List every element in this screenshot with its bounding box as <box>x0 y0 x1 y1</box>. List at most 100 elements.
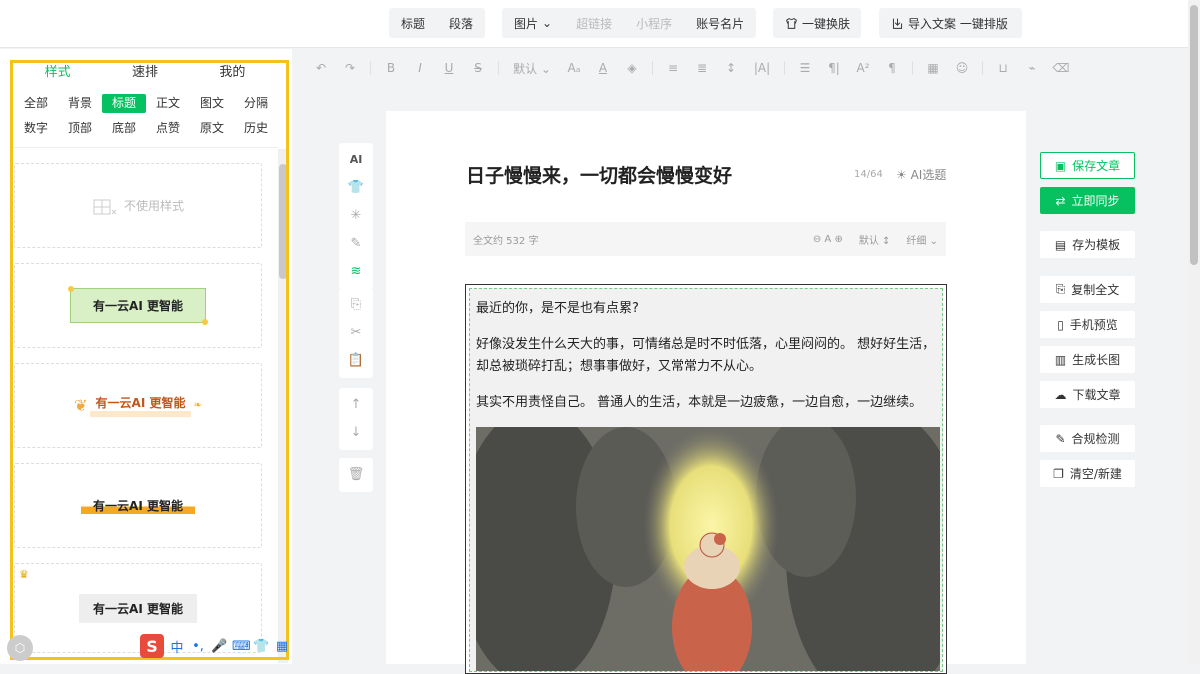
font-size-control[interactable]: ⊖ A ⊕ <box>813 234 843 245</box>
format-brush-icon[interactable]: ⌁ <box>1023 61 1041 75</box>
brush-icon[interactable]: ✎ <box>351 235 362 253</box>
minus-icon[interactable]: ⊖ <box>813 234 821 245</box>
style-sample-text: 有一云AI 更智能 <box>68 286 208 325</box>
category-bottom[interactable]: 底部 <box>102 119 146 138</box>
sogou-logo-icon[interactable]: S <box>140 634 164 658</box>
style-card[interactable]: ❦ 有一云AI 更智能 ❧ <box>14 363 262 448</box>
superscript-icon[interactable]: A² <box>854 61 872 75</box>
paste-icon[interactable]: 📋 <box>348 352 364 370</box>
line-height-icon[interactable]: ↕ <box>722 61 740 75</box>
category-all[interactable]: 全部 <box>14 94 58 113</box>
move-down-icon[interactable]: ↓ <box>351 424 362 442</box>
italic-icon[interactable]: I <box>411 61 429 75</box>
article-title[interactable]: 日子慢慢来，一切都会慢慢变好 <box>466 161 732 188</box>
emoji-icon[interactable]: ☺ <box>953 61 971 75</box>
compliance-check-button[interactable]: ✎ 合规检测 <box>1040 425 1135 452</box>
strikethrough-icon[interactable]: S <box>469 61 487 75</box>
font-select[interactable]: 默认 ⌄ <box>510 60 554 77</box>
move-up-icon[interactable]: ↑ <box>351 396 362 414</box>
category-original[interactable]: 原文 <box>190 119 234 138</box>
ai-icon[interactable]: AI <box>350 151 363 169</box>
heading-button[interactable]: 标题 <box>389 8 437 38</box>
category-image-text[interactable]: 图文 <box>190 94 234 113</box>
page-scrollbar[interactable] <box>1188 0 1200 664</box>
microphone-icon[interactable]: 🎤 <box>211 639 227 654</box>
spacing-control[interactable]: 纤细 ⌄ <box>906 232 938 247</box>
import-button[interactable]: 导入文案 一键排版 <box>879 8 1020 38</box>
download-article-button[interactable]: ☁ 下载文章 <box>1040 381 1135 408</box>
copy-icon[interactable]: ⎘ <box>351 296 361 314</box>
no-style-card[interactable]: 不使用样式 <box>14 163 262 248</box>
underline-icon[interactable]: U <box>440 61 458 75</box>
paragraph[interactable]: 最近的你，是不是也有点累? <box>476 298 936 320</box>
scrollbar-thumb[interactable] <box>279 164 287 279</box>
font-color-icon[interactable]: A <box>594 61 612 75</box>
clear-new-button[interactable]: ❐ 清空/新建 <box>1040 460 1135 487</box>
list-icon[interactable]: ☰ <box>796 61 814 75</box>
category-history[interactable]: 历史 <box>234 119 278 138</box>
paragraph[interactable]: 好像没发生什么天大的事，可情绪总是时不时低落，心里闷闷的。 想好好生活，却总被琐… <box>476 334 936 378</box>
redo-icon[interactable]: ↷ <box>341 61 359 75</box>
body-block[interactable]: 最近的你，是不是也有点累? 好像没发生什么天大的事，可情绪总是时不时低落，心里闷… <box>469 288 943 672</box>
scrollbar-thumb[interactable] <box>1190 5 1198 265</box>
account-card-button[interactable]: 账号名片 <box>684 8 756 38</box>
paragraph[interactable]: 其实不用责怪自己。 普通人的生活，本就是一边疲惫，一边自愈，一边继续。 <box>476 392 936 414</box>
save-template-button[interactable]: ▤ 存为模板 <box>1040 231 1135 258</box>
sync-now-button[interactable]: ⇄ 立即同步 <box>1040 187 1135 214</box>
category-divider[interactable]: 分隔 <box>234 94 278 113</box>
wave-icon[interactable]: ≋ <box>351 263 362 281</box>
style-card[interactable]: 有一云AI 更智能 <box>14 463 262 548</box>
font-size-icon[interactable]: Aₐ <box>565 61 583 75</box>
keyboard-icon[interactable]: ⌨ <box>232 639 251 654</box>
mobile-preview-button[interactable]: ▯ 手机预览 <box>1040 311 1135 338</box>
ime-menu-icon[interactable]: ▦ <box>274 639 290 654</box>
indent-icon[interactable]: ≣ <box>693 61 711 75</box>
style-card[interactable]: 有一云AI 更智能 <box>14 263 262 348</box>
tab-style[interactable]: 样式 <box>45 61 71 80</box>
highlight-color-icon[interactable]: ◈ <box>623 61 641 75</box>
line-height-control[interactable]: 默认 ↕ <box>859 232 891 247</box>
magic-icon[interactable]: ✳ <box>351 207 362 225</box>
cube-icon[interactable]: ⬡ <box>7 635 33 661</box>
copy-all-button[interactable]: ⎘ 复制全文 <box>1040 276 1135 303</box>
margin-icon[interactable]: ⊔ <box>994 61 1012 75</box>
one-click-skin-button[interactable]: 一键换肤 <box>773 8 862 38</box>
category-heading[interactable]: 标题 <box>102 94 146 113</box>
category-body[interactable]: 正文 <box>146 94 190 113</box>
sync-label: 立即同步 <box>1071 194 1120 208</box>
long-image-button[interactable]: ▥ 生成长图 <box>1040 346 1135 373</box>
plus-icon[interactable]: ⊕ <box>834 234 842 245</box>
tab-mine[interactable]: 我的 <box>219 61 245 80</box>
category-top[interactable]: 顶部 <box>58 119 102 138</box>
image-button[interactable]: 图片 ⌄ <box>502 8 564 38</box>
ime-skin-icon[interactable]: 👕 <box>253 639 269 654</box>
ime-punctuation-icon[interactable]: •, <box>190 639 206 654</box>
table-icon[interactable]: ▦ <box>924 61 942 75</box>
style-list-scrollbar[interactable] <box>278 149 288 663</box>
category-like[interactable]: 点赞 <box>146 119 190 138</box>
cut-icon[interactable]: ✂ <box>351 324 362 342</box>
article-image[interactable] <box>476 427 940 671</box>
paragraph-button[interactable]: 段落 <box>437 8 485 38</box>
tab-quick-layout[interactable]: 速排 <box>132 61 158 80</box>
letter-spacing-icon[interactable]: |A| <box>751 61 773 75</box>
undo-icon[interactable]: ↶ <box>312 61 330 75</box>
bold-icon[interactable]: B <box>382 61 400 75</box>
hyperlink-button[interactable]: 超链接 <box>564 8 624 38</box>
eraser-icon[interactable]: ⌫ <box>1052 61 1070 75</box>
cloud-download-icon: ☁ <box>1054 387 1067 402</box>
paragraph-spacing-icon[interactable]: ¶| <box>825 61 843 75</box>
paragraph-mark-icon[interactable]: ¶ <box>883 61 901 75</box>
skin-icon[interactable]: 👕 <box>348 179 364 197</box>
align-icon[interactable]: ≡ <box>664 61 682 75</box>
toolbar-separator <box>982 61 983 75</box>
ai-title-button[interactable]: ☀ AI选题 <box>896 166 946 183</box>
phone-icon: ▯ <box>1057 317 1064 332</box>
ime-chinese-toggle[interactable]: 中 <box>169 637 185 656</box>
miniprogram-button[interactable]: 小程序 <box>624 8 684 38</box>
article-body[interactable]: 最近的你，是不是也有点累? 好像没发生什么天大的事，可情绪总是时不时低落，心里闷… <box>465 284 947 674</box>
category-number[interactable]: 数字 <box>14 119 58 138</box>
category-background[interactable]: 背景 <box>58 94 102 113</box>
save-article-button[interactable]: ▣ 保存文章 <box>1040 152 1135 179</box>
delete-icon[interactable]: 🗑 <box>348 466 365 484</box>
